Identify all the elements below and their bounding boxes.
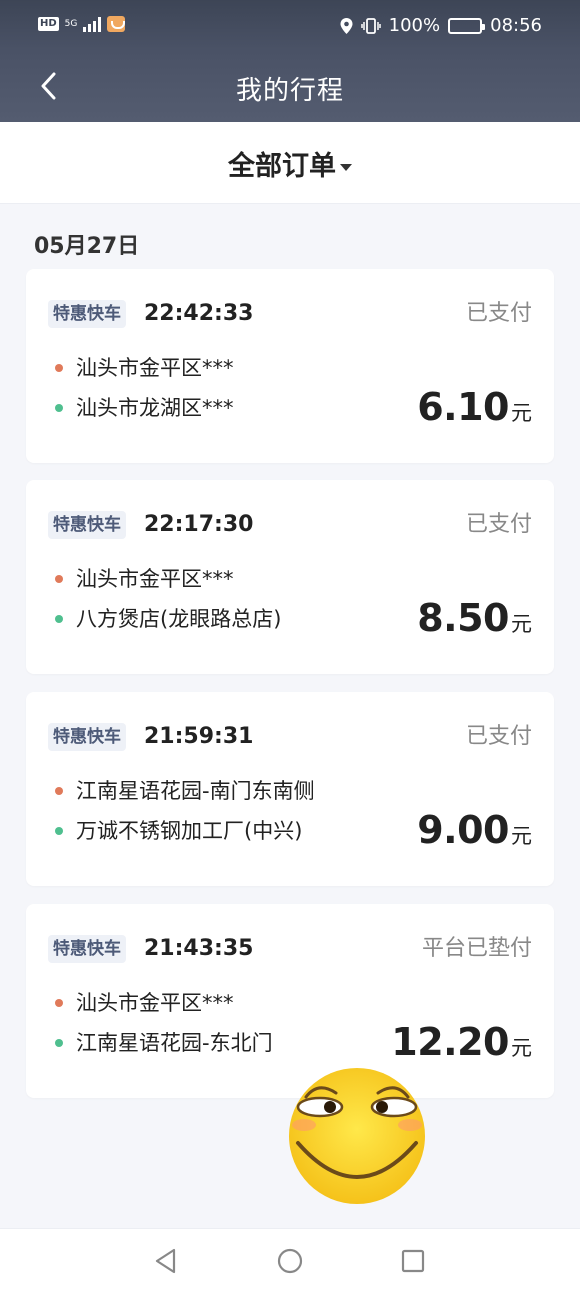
filter-bar: 全部订单 — [0, 122, 580, 204]
page-title: 我的行程 — [235, 76, 344, 106]
ride-type-tag: 特惠快车 — [48, 935, 126, 963]
destination-dot-icon — [55, 404, 63, 412]
order-status: 平台已垫付 — [421, 936, 532, 961]
hd-badge: HD — [38, 17, 59, 31]
battery-icon — [448, 17, 486, 34]
app-notification-icon — [107, 16, 126, 32]
destination-dot-icon — [55, 827, 63, 835]
vibrate-icon — [360, 17, 381, 34]
order-card[interactable]: 特惠快车 21:59:31 已支付 江南星语花园-南门东南侧 万诚不锈钢加工厂(… — [26, 692, 554, 886]
network-type: 5G — [64, 18, 78, 29]
price-unit: 元 — [511, 612, 532, 636]
price-amount: 9.00 — [417, 808, 509, 852]
price-amount: 12.20 — [391, 1020, 509, 1064]
smirking-face-emoji — [289, 1068, 425, 1204]
destination-dot-icon — [55, 615, 63, 623]
status-right: 100% 08:56 — [340, 15, 542, 36]
title-bar: 我的行程 — [0, 50, 580, 122]
circle-home-icon[interactable] — [276, 1247, 304, 1275]
destination-address: 万诚不锈钢加工厂(中兴) — [76, 819, 303, 843]
origin-address: 汕头市金平区*** — [76, 991, 234, 1015]
system-nav-bar — [0, 1228, 580, 1290]
status-left: HD 5G — [38, 16, 126, 32]
order-filter-label: 全部订单 — [228, 151, 336, 182]
order-filter-dropdown[interactable]: 全部订单 — [0, 144, 580, 183]
price-unit: 元 — [511, 1036, 532, 1060]
price-unit: 元 — [511, 401, 532, 425]
ride-type-tag: 特惠快车 — [48, 511, 126, 539]
origin-address: 江南星语花园-南门东南侧 — [76, 779, 315, 803]
origin-dot-icon — [55, 787, 63, 795]
destination-dot-icon — [55, 1039, 63, 1047]
origin-address: 汕头市金平区*** — [76, 567, 234, 591]
order-card[interactable]: 特惠快车 22:42:33 已支付 汕头市金平区*** 汕头市龙湖区*** 6.… — [26, 269, 554, 463]
origin-dot-icon — [55, 364, 63, 372]
order-status: 已支付 — [465, 512, 532, 537]
ride-type-tag: 特惠快车 — [48, 300, 126, 328]
destination-address: 汕头市龙湖区*** — [76, 396, 234, 420]
order-time: 21:59:31 — [144, 724, 254, 749]
square-recent-icon[interactable] — [399, 1247, 427, 1275]
price-amount: 8.50 — [417, 596, 509, 640]
ride-type-tag: 特惠快车 — [48, 723, 126, 751]
order-price: 6.10 元 — [417, 385, 532, 429]
battery-percent: 100% — [388, 15, 441, 36]
order-time: 21:43:35 — [144, 936, 254, 961]
order-time: 22:42:33 — [144, 301, 254, 326]
clock: 08:56 — [490, 15, 542, 36]
price-unit: 元 — [511, 824, 532, 848]
order-price: 9.00 元 — [417, 808, 532, 852]
destination-address: 江南星语花园-东北门 — [76, 1031, 273, 1055]
status-bar: HD 5G 100% 08:56 — [0, 0, 580, 50]
triangle-back-icon[interactable] — [152, 1247, 180, 1275]
price-amount: 6.10 — [417, 385, 509, 429]
origin-dot-icon — [55, 999, 63, 1007]
signal-icon — [83, 16, 102, 32]
order-time: 22:17:30 — [144, 512, 254, 537]
location-pin-icon — [340, 17, 353, 34]
order-card[interactable]: 特惠快车 22:17:30 已支付 汕头市金平区*** 八方煲店(龙眼路总店) … — [26, 480, 554, 674]
order-status: 已支付 — [465, 301, 532, 326]
order-price: 8.50 元 — [417, 596, 532, 640]
order-status: 已支付 — [465, 724, 532, 749]
origin-dot-icon — [55, 575, 63, 583]
date-group-label: 05月27日 — [34, 234, 140, 259]
caret-down-icon — [340, 164, 352, 171]
order-price: 12.20 元 — [391, 1020, 532, 1064]
origin-address: 汕头市金平区*** — [76, 356, 234, 380]
destination-address: 八方煲店(龙眼路总店) — [76, 607, 282, 631]
